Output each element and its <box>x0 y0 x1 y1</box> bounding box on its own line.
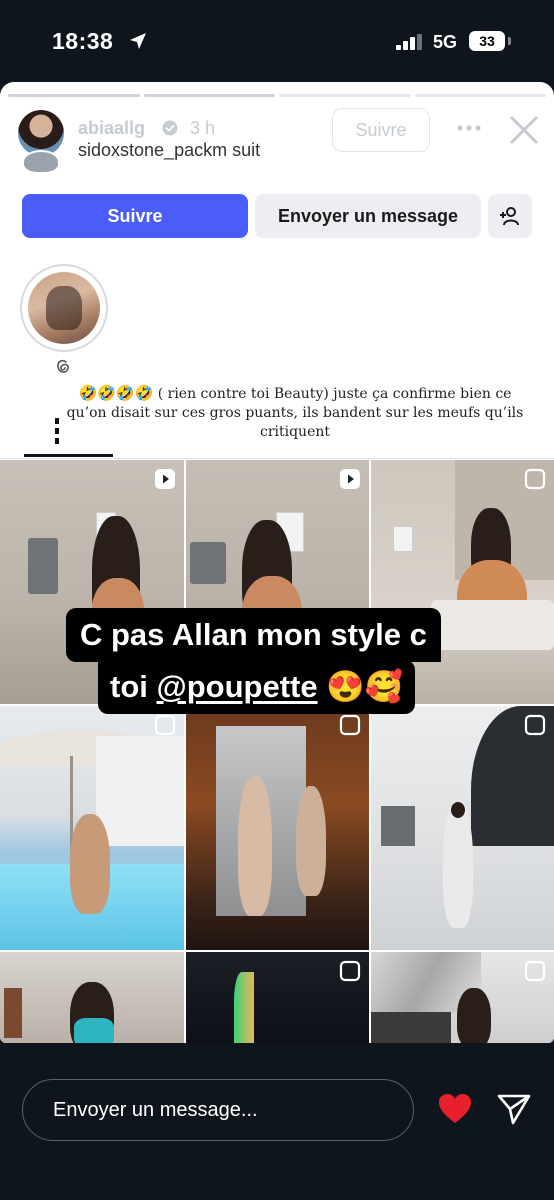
follow-ghost-button[interactable]: Suivre <box>332 108 430 152</box>
follows-username[interactable]: sidoxstone_packm <box>78 140 227 160</box>
reel-icon <box>340 469 360 489</box>
avatar[interactable] <box>18 110 64 174</box>
threads-icon[interactable] <box>52 356 74 378</box>
progress-segment <box>279 94 411 97</box>
grid-post[interactable] <box>371 952 554 1043</box>
story-username[interactable]: abiaallg <box>78 118 145 139</box>
carousel-icon <box>339 960 361 982</box>
story-caption: 🤣🤣🤣🤣 ( rien contre toi Beauty) juste ça … <box>60 384 530 442</box>
network-type: 5G <box>433 32 458 52</box>
carousel-icon <box>339 714 361 736</box>
send-icon[interactable] <box>496 1092 532 1126</box>
battery-level: 33 <box>469 31 505 51</box>
add-person-icon <box>500 207 519 226</box>
post-grid <box>0 460 554 1043</box>
sticker-line-2: toi @poupette 😍🥰 <box>98 660 416 714</box>
caption-emojis: 🤣🤣🤣🤣 <box>78 384 154 402</box>
status-time: 18:38 <box>52 28 114 54</box>
story-card[interactable]: abiaallg 3 h sidoxstone_packm suit Suivr… <box>0 82 554 1043</box>
grid-post[interactable] <box>186 952 369 1043</box>
battery-icon: 33 <box>469 31 511 51</box>
carousel-icon <box>524 714 546 736</box>
sticker-line-1: C pas Allan mon style c <box>66 608 441 662</box>
grid-post[interactable] <box>371 706 554 950</box>
sticker-mention[interactable]: @poupette <box>157 669 318 704</box>
signal-icon <box>396 34 422 50</box>
sticker-emojis: 😍🥰 <box>317 669 404 704</box>
text-sticker: C pas Allan mon style c toi @poupette 😍🥰 <box>66 608 492 716</box>
story-progress <box>8 94 546 97</box>
sticker-line-2-prefix: toi <box>110 669 157 704</box>
verified-icon <box>162 120 178 136</box>
progress-segment <box>143 94 275 97</box>
carousel-icon <box>154 714 176 736</box>
progress-segment <box>414 94 546 97</box>
carousel-icon <box>524 960 546 982</box>
grid-post[interactable] <box>0 952 184 1043</box>
heart-icon[interactable] <box>437 1092 473 1126</box>
story-header: abiaallg 3 h sidoxstone_packm suit Suivr… <box>0 106 554 176</box>
reel-icon <box>155 469 175 489</box>
profile-actions: Suivre Envoyer un message <box>22 194 534 240</box>
story-screen: 18:38 5G 33 abiaallg 3 h sidoxstone_pack… <box>0 0 554 1200</box>
grid-post[interactable] <box>186 706 369 950</box>
text-cursor <box>55 418 59 444</box>
progress-segment <box>8 94 140 97</box>
follows-line: sidoxstone_packm suit <box>78 140 260 161</box>
story-time-ago: 3 h <box>190 118 216 138</box>
follows-suffix: suit <box>232 140 261 160</box>
carousel-icon <box>524 468 546 490</box>
grid-post[interactable] <box>0 706 184 950</box>
status-bar: 18:38 5G 33 <box>0 0 554 82</box>
send-message-button[interactable]: Envoyer un message <box>255 194 481 238</box>
more-icon[interactable] <box>456 120 482 136</box>
follow-button[interactable]: Suivre <box>22 194 248 238</box>
add-person-button[interactable] <box>488 194 532 238</box>
close-icon[interactable] <box>508 114 540 146</box>
grid-tab-indicator <box>24 454 113 457</box>
tab-divider <box>0 458 554 459</box>
location-arrow-icon <box>130 33 146 49</box>
reply-input[interactable]: Envoyer un message... <box>22 1079 414 1141</box>
story-highlight[interactable] <box>20 264 108 352</box>
